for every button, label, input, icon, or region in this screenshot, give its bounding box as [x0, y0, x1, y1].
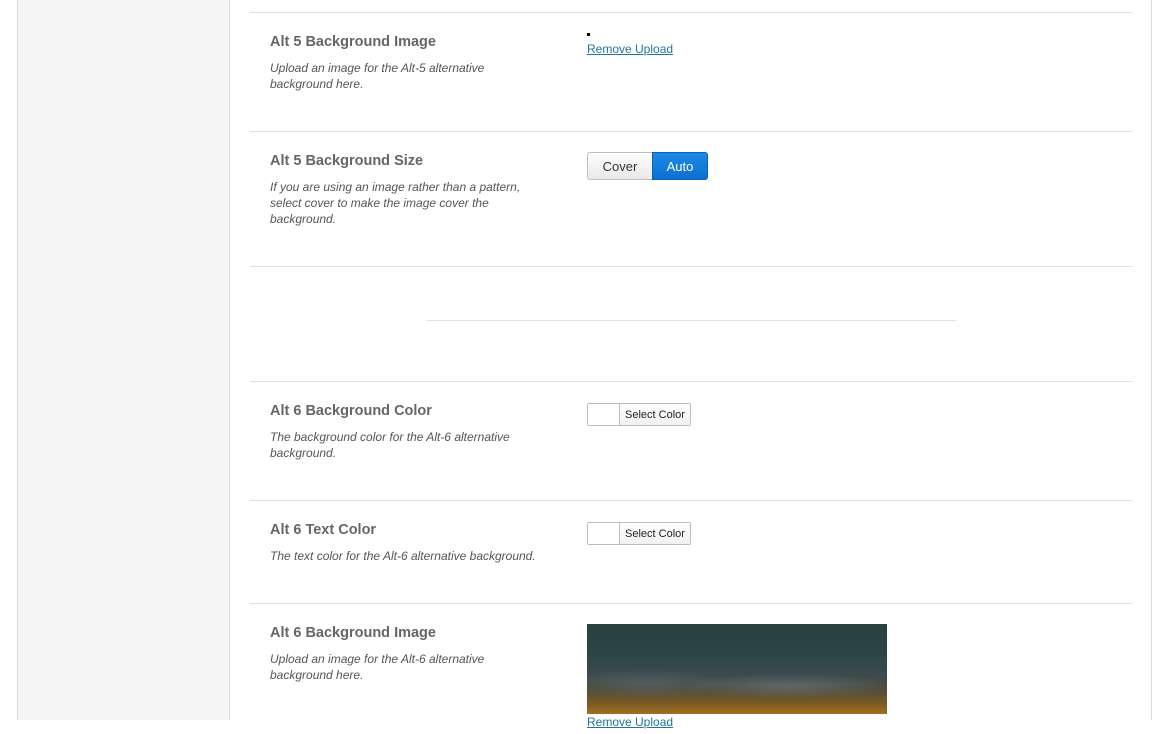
section-divider: [427, 320, 956, 321]
option-label: Alt 5 Background Size If you are using a…: [270, 153, 560, 227]
option-description: Upload an image for the Alt-5 alternativ…: [270, 61, 485, 91]
auto-button[interactable]: Auto: [652, 152, 708, 180]
upload-thumbnail: [587, 33, 590, 36]
select-color-button[interactable]: Select Color: [620, 523, 690, 544]
color-picker: Select Color: [587, 522, 691, 545]
option-label: Alt 6 Text Color The text color for the …: [270, 522, 560, 564]
remove-upload-link[interactable]: Remove Upload: [587, 715, 887, 729]
remove-upload-link[interactable]: Remove Upload: [587, 42, 673, 56]
option-label: Alt 6 Background Image Upload an image f…: [270, 625, 560, 683]
color-picker: Select Color: [587, 403, 691, 426]
option-description: The text color for the Alt-6 alternative…: [270, 549, 536, 563]
option-row-alt6-text-color: Alt 6 Text Color The text color for the …: [250, 500, 1133, 603]
option-row-alt5-background-image: Alt 5 Background Image Upload an image f…: [250, 12, 1133, 131]
option-title: Alt 5 Background Image: [270, 34, 436, 50]
option-label: Alt 5 Background Image Upload an image f…: [270, 34, 560, 92]
upload-field: Remove Upload: [587, 624, 887, 729]
upload-field: Remove Upload: [587, 33, 673, 58]
select-color-button[interactable]: Select Color: [620, 404, 690, 425]
option-label: Alt 6 Background Color The background co…: [270, 403, 560, 461]
option-title: Alt 6 Text Color: [270, 522, 377, 538]
option-row-alt6-background-image: Alt 6 Background Image Upload an image f…: [250, 603, 1133, 734]
option-row-alt6-background-color: Alt 6 Background Color The background co…: [250, 381, 1133, 500]
option-row-alt5-background-size: Alt 5 Background Size If you are using a…: [250, 131, 1133, 266]
option-description: If you are using an image rather than a …: [270, 180, 521, 226]
background-image-preview: [587, 624, 887, 714]
section-divider-row: [250, 266, 1133, 381]
option-title: Alt 6 Background Color: [270, 403, 432, 419]
options-panel: Alt 5 Background Image Upload an image f…: [17, 0, 1152, 729]
option-title: Alt 6 Background Image: [270, 625, 436, 641]
option-description: The background color for the Alt-6 alter…: [270, 430, 510, 460]
sidebar: [18, 0, 230, 720]
color-swatch[interactable]: [588, 404, 620, 425]
option-title: Alt 5 Background Size: [270, 153, 424, 169]
background-size-toggle: Cover Auto: [587, 152, 708, 180]
option-description: Upload an image for the Alt-6 alternativ…: [270, 652, 485, 682]
options-content: Alt 5 Background Image Upload an image f…: [250, 0, 1133, 729]
cover-button[interactable]: Cover: [587, 152, 652, 180]
color-swatch[interactable]: [588, 523, 620, 544]
